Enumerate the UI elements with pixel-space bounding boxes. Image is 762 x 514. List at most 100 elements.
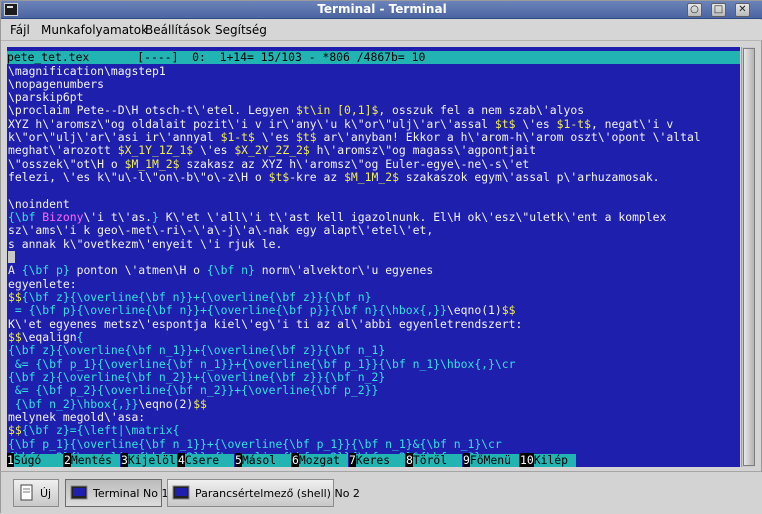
new-label: Új [40, 487, 52, 500]
maximize-button[interactable]: □ [711, 3, 726, 17]
task-label: Parancsértelmező (shell) No 2 [195, 487, 360, 500]
editor-text-segment: A [8, 263, 22, 278]
function-key-bar: 1Súgó 2Mentés 3Kijelöl 4Csere 5Másol 6Mozgat 7… [7, 453, 740, 467]
editor-text-segment: $M_1M_2$ [124, 156, 180, 171]
editor-line: K\'et egyenes metsz\'espontja kiel\'eg\'… [8, 316, 523, 331]
editor-text-segment: ar\'anyban! Ekkor a h\'arom-h\'arom oszt… [316, 130, 701, 145]
editor-text-segment: $M_1M_2$ [344, 170, 399, 185]
fkey-2[interactable]: 2Mentés [64, 453, 120, 467]
editor-text-segment: \proclaim Pete--D\H otsch-t\'etel. Legye… [8, 103, 297, 118]
editor-text-segment: = {\bf p}{\overline{\bf n}}+{\overline{\… [8, 303, 447, 318]
terminal-screen[interactable]: pete_tet.tex [----] 0: 1+14= 15/103 - *8… [7, 47, 740, 467]
editor-text-segment: {\bf n_2}\hbox{,}} [8, 396, 139, 411]
taskbar: Új Terminal No 1 Parancsértelmező (shell… [1, 471, 762, 514]
title-bar[interactable]: Terminal - Terminal ○ □ ✕ [1, 1, 762, 19]
close-button[interactable]: ✕ [735, 3, 750, 17]
terminal-icon [172, 485, 190, 500]
editor-text-segment: -kre az [289, 170, 345, 185]
vertical-scrollbar[interactable] [741, 47, 755, 467]
menu-munkafolyamatok[interactable]: Munkafolyamatok [41, 23, 148, 37]
editor-text-segment: ponton \'atmen\H o [69, 263, 207, 278]
editor-text-segment: $1-t$ [556, 116, 591, 131]
editor-text-segment: melynek megold\'asa: [8, 410, 146, 425]
editor-line: egyenlete: [8, 276, 77, 291]
editor-text-segment: $X_2Y_2Z_2$ [234, 143, 310, 158]
editor-text-segment: \nopagenumbers [8, 76, 105, 91]
editor-text-segment: \eqno(2) [138, 396, 194, 411]
editor-text-segment: {\bf p_1}{\overline{\bf n_1}}+{\overline… [8, 436, 502, 451]
fkey-number: 7 [349, 453, 356, 467]
editor-text-segment: {\bf [8, 210, 43, 225]
terminal-icon [70, 485, 88, 500]
editor-text-segment: {\bf p} [21, 263, 70, 278]
editor-line: \proclaim Pete--D\H otsch-t\'etel. Legye… [8, 104, 584, 117]
editor-text-segment: egyenlete: [8, 276, 77, 291]
fkey-3[interactable]: 3Kijelöl [121, 453, 177, 467]
editor-text-segment: \magnification\magstep1 [8, 63, 166, 78]
fkey-label: Keres [355, 454, 405, 467]
fkey-number: 10 [520, 453, 534, 467]
editor-line: melynek megold\'asa: [8, 410, 146, 425]
editor-line [8, 251, 15, 264]
minimize-button[interactable]: ○ [687, 3, 702, 17]
fkey-label: Kijelöl [127, 453, 177, 467]
menu-fajl[interactable]: Fájl [10, 23, 30, 37]
task-shell-no-2[interactable]: Parancsértelmező (shell) No 2 [167, 479, 360, 507]
editor-line: k\"or\"ulj\'ar\'asi ir\'annyal $1-t$ \'e… [8, 130, 701, 145]
editor-line: \noindent [8, 196, 70, 211]
fkey-7[interactable]: 7Keres [349, 453, 405, 467]
fkey-label: FőMenü [469, 454, 519, 467]
fkey-label: Csere [184, 454, 234, 467]
fkey-5[interactable]: 5Másol [235, 453, 291, 467]
editor-line: \"osszek\"ot\H o $M_1M_2$ szakasz az XYZ… [8, 156, 530, 171]
editor-line: &= {\bf p_2}{\overline{\bf n_2}}+{\overl… [8, 384, 378, 397]
fkey-9[interactable]: 9FőMenü [463, 453, 519, 467]
editor-text-segment: $X_1Y_1Z_1$ [117, 143, 194, 158]
fkey-1[interactable]: 1Súgó [7, 453, 63, 467]
editor-line: $${\bf z}={\left|\matrix{ [8, 424, 179, 437]
editor-text-segment: \noindent [8, 196, 70, 211]
editor-text-segment: \'es [254, 130, 297, 145]
scrollbar-thumb[interactable] [743, 48, 755, 466]
editor-text-segment: norm\'alvektor\'u egyenes [254, 263, 434, 278]
fkey-4[interactable]: 4Csere [178, 453, 234, 467]
fkey-label: Mozgat [298, 454, 348, 467]
editor-line: \parskip6pt [8, 90, 84, 105]
fkey-number: 1 [7, 453, 14, 467]
fkey-10[interactable]: 10Kilép [520, 453, 576, 467]
editor-text-segment: \parskip6pt [8, 90, 84, 105]
editor-text-segment: , negat\'i v [590, 116, 674, 131]
editor-line: {\bf z}{\overline{\bf n_1}}+{\overline{\… [8, 344, 385, 357]
editor-text-segment: { [76, 330, 84, 345]
editor-line: sz\'ams\'i k geo\-met\-ri\-\'a\-j\'a\-na… [8, 224, 433, 237]
fkey-number: 3 [121, 453, 128, 467]
editor-line: &= {\bf p_1}{\overline{\bf n_1}}+{\overl… [8, 357, 516, 371]
text-cursor [8, 251, 15, 264]
editor-text-segment: $t$ [268, 170, 290, 185]
fkey-number: 6 [292, 453, 299, 467]
fkey-6[interactable]: 6Mozgat [292, 453, 348, 467]
new-terminal-button[interactable]: Új [13, 479, 59, 507]
fkey-number: 8 [406, 453, 413, 467]
menu-beallitasok[interactable]: Beállítások [145, 23, 211, 37]
menu-segitseg[interactable]: Segítség [215, 23, 267, 37]
editor-text-segment: {\bf z}={\left|\matrix{ [21, 423, 180, 438]
editor-line: {\bf Bizony\'i t\'as.} K\'et \'all\'i t\… [8, 210, 666, 225]
editor-text-segment: $t$ [494, 116, 516, 131]
editor-text-segment: sz\'ams\'i k geo\-met\-ri\-\'a\-j\'a\-na… [8, 223, 434, 238]
editor-text-segment: \"osszek\"ot\H o [8, 156, 125, 171]
fkey-8[interactable]: 8Töröl [406, 453, 462, 467]
editor-text-segment: K\'et egyenes metsz\'espontja kiel\'eg\'… [8, 316, 523, 331]
editor-text-segment: szakasz az XYZ h\'aromsz\"og Euler-egye\… [179, 156, 530, 171]
editor-text-segment: $t\in [0,1]$ [296, 103, 379, 118]
editor-text-segment: \eqno(1) [446, 303, 502, 318]
task-terminal-no-1[interactable]: Terminal No 1 [65, 479, 168, 507]
editor-line: \magnification\magstep1 [8, 63, 166, 78]
fkey-label: Mentés [70, 454, 120, 467]
editor-text-segment: Bizony [42, 210, 84, 225]
terminal-window: Terminal - Terminal ○ □ ✕ Fájl Munkafoly… [0, 0, 762, 514]
new-document-icon [20, 484, 33, 501]
editor-text-segment: &= {\bf p_2}{\overline{\bf n_2}}+{\overl… [8, 383, 379, 398]
editor-text-segment: {\bf z}{\overline{\bf n_1}}+{\overline{\… [8, 343, 386, 358]
editor-text-segment: \'es [515, 116, 557, 131]
